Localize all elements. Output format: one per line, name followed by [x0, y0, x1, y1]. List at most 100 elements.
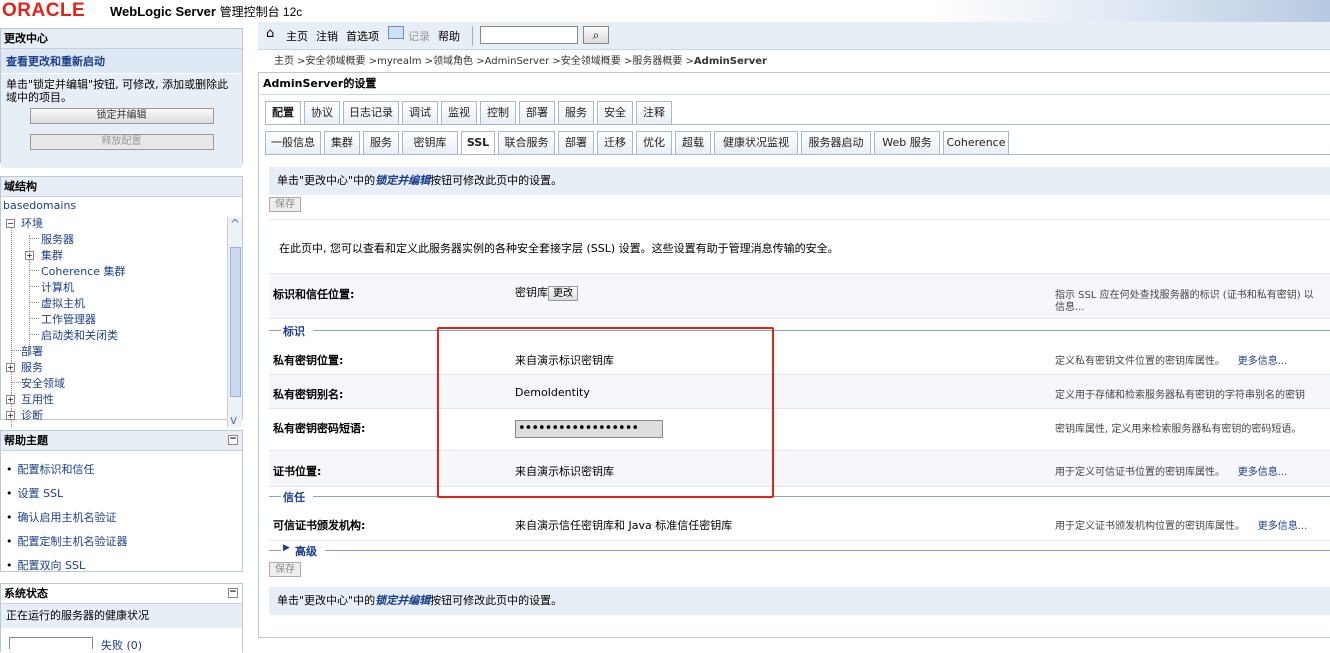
- subtab-web-services[interactable]: Web 服务: [874, 131, 940, 154]
- breadcrumb-path[interactable]: 主页 >安全领域概要 >myrealm >领域角色 >AdminServer >…: [274, 56, 694, 67]
- change-button[interactable]: 更改: [548, 286, 578, 301]
- tree-item-services[interactable]: 服务: [21, 359, 43, 375]
- release-config-button[interactable]: 释放配置: [29, 134, 214, 150]
- section-advanced[interactable]: ▶ 高级: [269, 543, 1330, 559]
- scroll-up-icon[interactable]: ^: [230, 217, 240, 231]
- breadcrumb-current: AdminServer: [693, 56, 767, 67]
- tree-item-work-managers[interactable]: 工作管理器: [41, 311, 96, 327]
- tab-protocols[interactable]: 协议: [304, 101, 340, 124]
- nav-record[interactable]: 记录: [408, 28, 430, 44]
- tree-item-machines[interactable]: 计算机: [41, 279, 74, 295]
- tabs-secondary: 一般信息 集群 服务 密钥库 SSL 联合服务 部署 迁移 优化 超载 健康状况…: [265, 131, 1325, 155]
- product-title: WebLogic Server 管理控制台 12c: [110, 3, 302, 20]
- tree-item-interoperability[interactable]: 互用性: [21, 391, 54, 407]
- subtab-server-start[interactable]: 服务器启动: [801, 131, 871, 154]
- help-link[interactable]: 确认启用主机名验证: [1, 505, 242, 529]
- nav-preferences[interactable]: 首选项: [346, 28, 379, 44]
- help-link[interactable]: 配置双向 SSL: [1, 553, 242, 577]
- subtab-migration[interactable]: 迁移: [597, 131, 633, 154]
- system-status-title-text: 系统状态: [4, 587, 48, 600]
- help-link[interactable]: 配置定制主机名验证器: [1, 529, 242, 553]
- record-icon[interactable]: [388, 26, 404, 39]
- more-info-link[interactable]: 更多信息...: [1238, 467, 1288, 478]
- nav-home[interactable]: 主页: [286, 28, 308, 44]
- search-input[interactable]: [480, 26, 578, 44]
- collapse-icon[interactable]: −: [228, 588, 238, 598]
- tab-services[interactable]: 服务: [558, 101, 594, 124]
- subtab-keystores[interactable]: 密钥库: [402, 131, 458, 154]
- home-icon[interactable]: ⌂: [266, 26, 274, 41]
- tree-item-deployments[interactable]: 部署: [21, 343, 43, 359]
- system-status-title: 系统状态 −: [1, 584, 242, 604]
- tree-item-servers[interactable]: 服务器: [41, 231, 74, 247]
- top-nav: ⌂ 主页 注销 首选项 记录 帮助 ⌕: [258, 22, 1330, 50]
- tree-item-environment[interactable]: 环境: [21, 215, 43, 231]
- section-trust: 信任: [269, 489, 1330, 504]
- failed-link[interactable]: 失败 (0): [101, 637, 142, 653]
- change-center-subtitle[interactable]: 查看更改和重新启动: [1, 49, 242, 74]
- help-link[interactable]: 设置 SSL: [1, 481, 242, 505]
- tab-notes[interactable]: 注释: [636, 101, 672, 124]
- subtab-deployment[interactable]: 部署: [558, 131, 594, 154]
- expand-toggle[interactable]: +: [25, 251, 34, 260]
- cert-location-desc-wrap: 用于定义可信证书位置的密钥库属性。 更多信息...: [1055, 463, 1287, 478]
- tab-deployments[interactable]: 部署: [519, 101, 555, 124]
- lock-edit-button[interactable]: 锁定并编辑: [29, 108, 214, 124]
- oracle-logo: ORACLE: [2, 0, 86, 21]
- tab-monitoring[interactable]: 监视: [441, 101, 477, 124]
- more-info-link[interactable]: 信息...: [1055, 298, 1085, 313]
- more-info-link[interactable]: 更多信息...: [1258, 521, 1308, 532]
- help-list: 配置标识和信任 设置 SSL 确认启用主机名验证 配置定制主机名验证器 配置双向…: [1, 451, 242, 577]
- section-trust-title: 信任: [283, 491, 305, 504]
- tree-root[interactable]: basedomains: [3, 199, 76, 212]
- expand-arrow-icon[interactable]: ▶: [283, 543, 290, 553]
- help-link[interactable]: 配置标识和信任: [1, 457, 242, 481]
- intro-text: 在此页中, 您可以查看和定义此服务器实例的各种安全套接字层 (SSL) 设置。这…: [279, 242, 839, 255]
- page-title: AdminServer的设置: [259, 73, 1330, 95]
- subtab-federation[interactable]: 联合服务: [498, 131, 555, 154]
- tab-control[interactable]: 控制: [480, 101, 516, 124]
- row-cert-location: 证书位置: 来自演示标识密钥库 用于定义可信证书位置的密钥库属性。 更多信息..…: [269, 451, 1330, 487]
- tree-item-virtual-hosts[interactable]: 虚拟主机: [41, 295, 85, 311]
- tree-item-coherence[interactable]: Coherence 集群: [41, 263, 125, 279]
- expand-toggle[interactable]: +: [6, 411, 15, 420]
- info-suffix: 按钮可修改此页中的设置。: [430, 594, 563, 607]
- identity-trust-desc: 指示 SSL 应在何处查找服务器的标识 (证书和私有密钥) 以: [1055, 290, 1314, 301]
- subtab-coherence[interactable]: Coherence: [943, 131, 1009, 154]
- nav-help[interactable]: 帮助: [438, 28, 460, 44]
- subtab-general[interactable]: 一般信息: [265, 131, 321, 154]
- section-identity-title: 标识: [283, 325, 305, 338]
- scroll-down-icon[interactable]: v: [230, 413, 237, 427]
- tab-debug[interactable]: 调试: [402, 101, 438, 124]
- tab-logging[interactable]: 日志记录: [343, 101, 399, 124]
- expand-toggle[interactable]: −: [6, 219, 15, 228]
- search-button[interactable]: ⌕: [583, 26, 609, 44]
- tab-config[interactable]: 配置: [265, 101, 301, 125]
- scroll-thumb[interactable]: [230, 247, 241, 397]
- tree-item-diagnostics[interactable]: 诊断: [21, 407, 43, 423]
- more-info-link[interactable]: 更多信息...: [1238, 356, 1288, 367]
- tree-item-clusters[interactable]: 集群: [41, 247, 63, 263]
- expand-toggle[interactable]: +: [6, 363, 15, 372]
- tree-item-security-realms[interactable]: 安全领域: [21, 375, 65, 391]
- collapse-icon[interactable]: −: [228, 435, 238, 445]
- identity-trust-value-wrap: 密钥库 更改: [515, 284, 578, 301]
- info-prefix: 单击"更改中心"中的: [277, 594, 376, 607]
- info-lock-link: 锁定并编辑: [375, 594, 431, 607]
- tree-scrollbar[interactable]: ^ v: [227, 217, 242, 427]
- expand-toggle[interactable]: +: [6, 395, 15, 404]
- subtab-ssl[interactable]: SSL: [461, 131, 495, 155]
- tab-security[interactable]: 安全: [597, 101, 633, 124]
- save-button-top[interactable]: 保存: [269, 197, 301, 212]
- section-advanced-title[interactable]: 高级: [295, 543, 317, 559]
- tree-item-startup-classes[interactable]: 启动类和关闭类: [41, 327, 118, 343]
- subtab-tuning[interactable]: 优化: [636, 131, 672, 154]
- subtab-cluster[interactable]: 集群: [324, 131, 360, 154]
- subtab-services[interactable]: 服务: [363, 131, 399, 154]
- save-button-bottom[interactable]: 保存: [269, 562, 301, 577]
- tab-divider: [265, 154, 1330, 155]
- nav-logout[interactable]: 注销: [316, 28, 338, 44]
- pk-location-desc-wrap: 定义私有密钥文件位置的密钥库属性。 更多信息...: [1055, 352, 1287, 367]
- subtab-health[interactable]: 健康状况监视: [714, 131, 798, 154]
- subtab-overload[interactable]: 超载: [675, 131, 711, 154]
